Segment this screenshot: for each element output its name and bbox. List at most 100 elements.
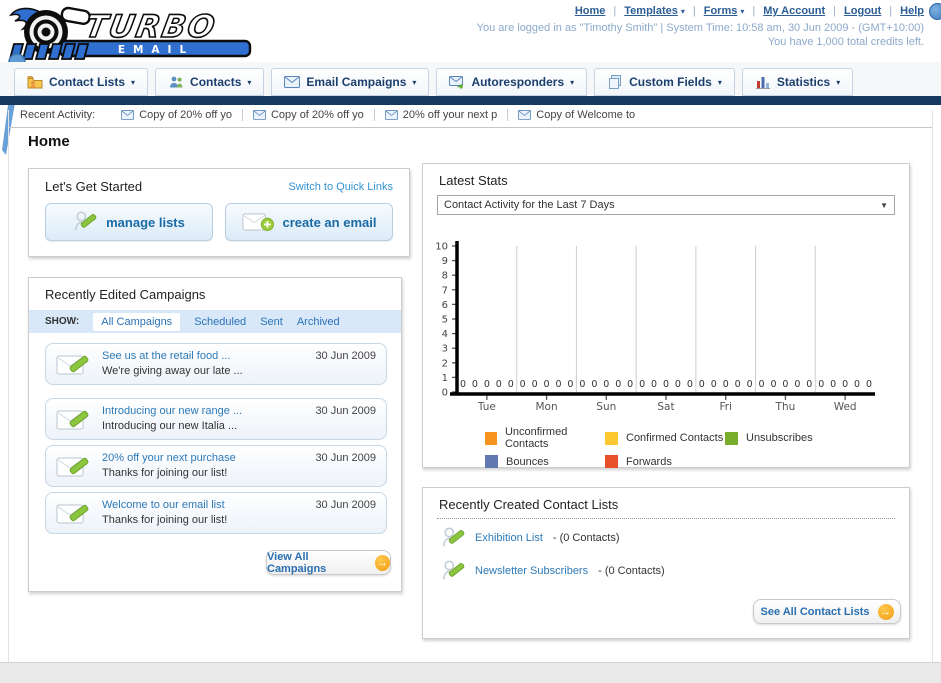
tab-label: Contact Lists	[49, 75, 126, 89]
recent-activity-item[interactable]: Copy of Welcome to	[508, 109, 645, 121]
turbo-logo-graphic: TURBO EMAIL	[8, 6, 252, 60]
svg-text:Thu: Thu	[775, 401, 796, 413]
recent-activity-item[interactable]: Copy of 20% off yo	[243, 109, 375, 121]
svg-text:0: 0	[615, 379, 621, 390]
recent-activity-label: Recent Activity:	[20, 109, 96, 121]
svg-text:Sat: Sat	[657, 401, 674, 413]
switch-quick-links-link[interactable]: Switch to Quick Links	[288, 181, 393, 193]
stats-select-value: Contact Activity for the Last 7 Days	[444, 199, 615, 211]
campaign-card[interactable]: Introducing our new range ... Introducin…	[45, 398, 387, 440]
decorative-dot-icon	[929, 3, 941, 20]
contact-list-item[interactable]: Exhibition List - (0 Contacts)	[423, 519, 909, 552]
campaign-subtitle: Thanks for joining our list!	[102, 467, 228, 479]
navy-divider-bar	[0, 96, 941, 105]
contact-list-link[interactable]: Newsletter Subscribers	[475, 565, 588, 577]
get-started-panel: Let's Get Started Switch to Quick Links …	[28, 168, 410, 257]
legend-item: Confirmed Contacts	[605, 426, 725, 450]
filter-sent[interactable]: Sent	[260, 316, 283, 328]
legend-label: Bounces	[506, 455, 549, 468]
svg-text:EMAIL: EMAIL	[118, 44, 194, 56]
header-link-logout[interactable]: Logout	[825, 5, 881, 17]
filter-all-campaigns[interactable]: All Campaigns	[93, 312, 181, 331]
svg-text:0: 0	[579, 379, 585, 390]
campaign-subtitle: Thanks for joining our list!	[102, 514, 228, 526]
contact-list-count: - (0 Contacts)	[552, 532, 620, 544]
svg-text:0: 0	[794, 379, 800, 390]
campaign-title-link[interactable]: Introducing our new range ...	[102, 405, 242, 417]
svg-text:5: 5	[442, 315, 448, 326]
header-link-my-account[interactable]: My Account	[744, 5, 825, 17]
svg-text:0: 0	[472, 379, 478, 390]
header-link-help[interactable]: Help	[881, 5, 924, 17]
svg-text:0: 0	[508, 379, 514, 390]
campaign-subtitle: We're giving away our late ...	[102, 365, 243, 377]
header-link-home[interactable]: Home	[575, 5, 606, 17]
arrow-circle-icon: →	[877, 603, 894, 620]
campaign-title-link[interactable]: Welcome to our email list	[102, 499, 225, 511]
custom-fields-icon	[609, 75, 622, 89]
campaign-title-link[interactable]: 20% off your next purchase	[102, 452, 236, 464]
stats-select[interactable]: Contact Activity for the Last 7 Days ▼	[437, 195, 895, 215]
campaign-card[interactable]: Welcome to our email list Thanks for joi…	[45, 492, 387, 534]
contact-list-item[interactable]: Newsletter Subscribers - (0 Contacts)	[423, 552, 909, 585]
campaign-card[interactable]: See us at the retail food ... We're givi…	[45, 343, 387, 385]
campaign-card[interactable]: 20% off your next purchase Thanks for jo…	[45, 445, 387, 487]
svg-text:Mon: Mon	[536, 401, 558, 413]
latest-stats-panel: Latest Stats Contact Activity for the La…	[422, 163, 910, 468]
campaign-date: 30 Jun 2009	[315, 499, 376, 511]
envelope-icon	[121, 110, 135, 120]
recent-activity-text: Copy of 20% off yo	[270, 109, 364, 121]
tab-autoresponders[interactable]: Autoresponders ▾	[436, 68, 588, 96]
legend-label: Forwards	[626, 455, 672, 468]
chevron-down-icon: ▼	[880, 200, 888, 210]
legend-item: Unsubscribes	[725, 426, 813, 450]
chevron-down-icon: ▾	[412, 77, 417, 87]
tab-contact-lists[interactable]: Contact Lists ▾	[14, 68, 149, 96]
turbo-email-logo: TURBO EMAIL	[6, 4, 274, 67]
content-right-border	[932, 110, 933, 663]
contact-list-link[interactable]: Exhibition List	[475, 532, 543, 544]
recent-activity-text: Copy of 20% off yo	[139, 109, 232, 121]
tab-email-campaigns[interactable]: Email Campaigns ▾	[271, 68, 430, 96]
see-all-contact-lists-button[interactable]: See All Contact Lists →	[753, 599, 901, 624]
recent-activity-bar: Recent Activity: Copy of 20% off yo Copy…	[20, 109, 645, 121]
campaign-filter-bar: SHOW: All Campaigns Scheduled Sent Archi…	[29, 310, 401, 333]
header-link-templates[interactable]: Templates▾	[605, 5, 685, 17]
svg-text:3: 3	[442, 344, 448, 355]
legend-swatch-unconfirmed	[485, 431, 497, 445]
svg-text:0: 0	[806, 379, 812, 390]
create-email-label: create an email	[282, 214, 377, 230]
svg-text:Fri: Fri	[719, 401, 732, 413]
tab-custom-fields[interactable]: Custom Fields ▾	[594, 68, 735, 96]
tab-label: Statistics	[776, 75, 831, 89]
svg-text:6: 6	[442, 300, 448, 311]
svg-text:9: 9	[442, 256, 448, 267]
campaign-date: 30 Jun 2009	[315, 452, 376, 464]
header-link-forms[interactable]: Forms▾	[685, 5, 745, 17]
view-all-campaigns-label: View All Campaigns	[267, 550, 327, 575]
campaign-title-link[interactable]: See us at the retail food ...	[102, 350, 230, 362]
tab-contacts[interactable]: Contacts ▾	[155, 68, 265, 96]
content-left-border	[8, 110, 9, 663]
manage-lists-button[interactable]: manage lists	[45, 203, 213, 241]
svg-text:0: 0	[591, 379, 597, 390]
svg-text:4: 4	[442, 329, 448, 340]
contacts-icon	[170, 76, 183, 88]
recent-activity-text: Copy of Welcome to	[536, 109, 636, 121]
filter-archived[interactable]: Archived	[297, 316, 340, 328]
arrow-circle-icon: →	[374, 554, 390, 571]
svg-text:0: 0	[699, 379, 705, 390]
svg-text:0: 0	[544, 379, 550, 390]
recent-activity-item[interactable]: Copy of 20% off yo	[111, 109, 243, 121]
filter-scheduled[interactable]: Scheduled	[194, 316, 246, 328]
svg-text:1: 1	[442, 373, 448, 384]
svg-text:0: 0	[818, 379, 824, 390]
svg-text:0: 0	[627, 379, 633, 390]
legend-item: Unconfirmed Contacts	[485, 426, 605, 450]
recent-activity-item[interactable]: 20% off your next p	[375, 109, 509, 121]
page-footer-strip	[0, 662, 941, 683]
create-email-button[interactable]: create an email	[225, 203, 393, 241]
latest-stats-title: Latest Stats	[439, 173, 508, 188]
view-all-campaigns-button[interactable]: View All Campaigns →	[266, 550, 391, 575]
tab-statistics[interactable]: Statistics ▾	[741, 68, 854, 96]
